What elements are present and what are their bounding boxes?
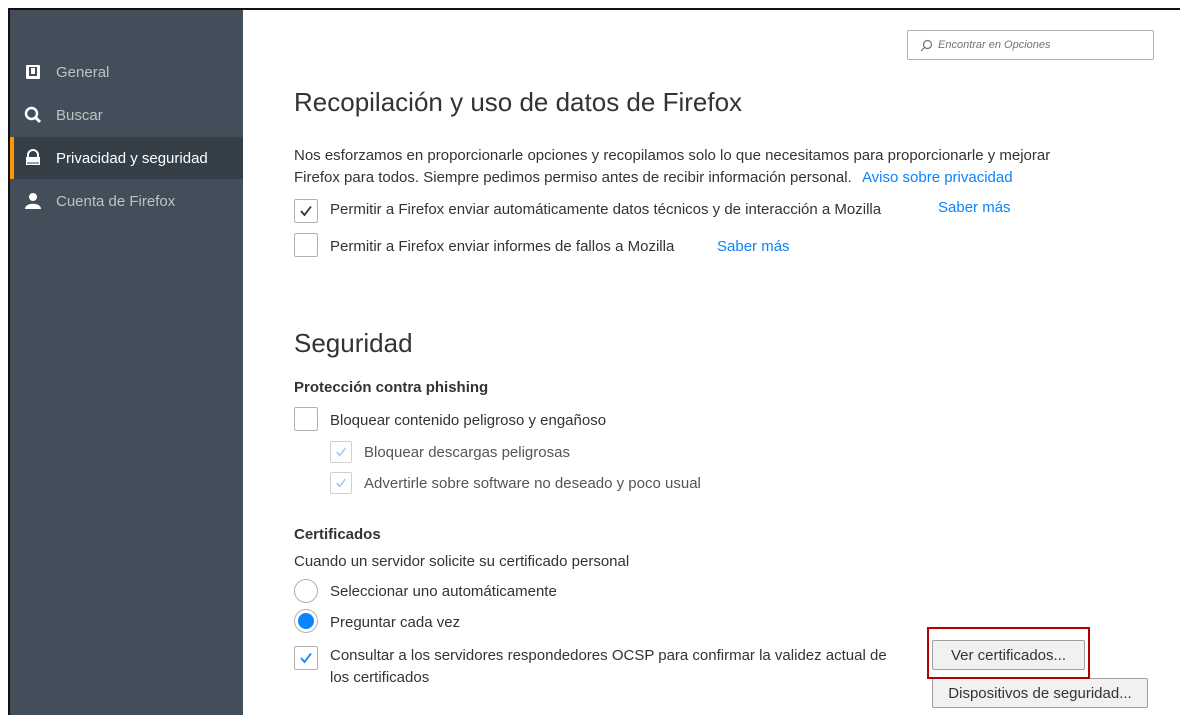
search-input[interactable] (938, 39, 1138, 51)
search-icon (920, 39, 933, 52)
account-icon (24, 192, 42, 210)
technical-data-checkbox[interactable] (294, 199, 318, 223)
auto-select-label[interactable]: Seleccionar uno automáticamente (330, 583, 557, 600)
sidebar-item-privacy[interactable]: Privacidad y seguridad (10, 137, 243, 179)
block-downloads-checkbox[interactable] (330, 441, 352, 463)
sidebar-item-buscar[interactable]: Buscar (10, 94, 243, 136)
ask-every-time-radio[interactable] (294, 609, 318, 633)
ocsp-label-2[interactable]: los certificados (330, 669, 429, 686)
crash-reports-label[interactable]: Permitir a Firefox enviar informes de fa… (330, 238, 674, 255)
certificates-prompt: Cuando un servidor solicite su certifica… (294, 553, 630, 570)
block-dangerous-content-checkbox[interactable] (294, 407, 318, 431)
general-icon (24, 63, 42, 81)
search-icon (24, 106, 42, 124)
crash-reports-learn-more-link[interactable]: Saber más (717, 238, 790, 255)
crash-reports-checkbox[interactable] (294, 233, 318, 257)
security-devices-button[interactable]: Dispositivos de seguridad... (932, 678, 1148, 708)
sidebar-item-label: General (56, 63, 110, 81)
privacy-notice-link[interactable]: Aviso sobre privacidad (862, 169, 1013, 186)
security-title: Seguridad (294, 328, 413, 358)
sidebar-item-label: Privacidad y seguridad (56, 149, 208, 167)
data-collection-title: Recopilación y uso de datos de Firefox (294, 87, 743, 117)
sidebar-item-general[interactable]: General (10, 51, 243, 93)
preferences-window: General Buscar Privacidad y seguridad Cu… (8, 8, 1180, 715)
ask-every-time-label[interactable]: Preguntar cada vez (330, 614, 460, 631)
sidebar: General Buscar Privacidad y seguridad Cu… (10, 10, 243, 715)
certificates-heading: Certificados (294, 526, 381, 543)
phishing-heading: Protección contra phishing (294, 379, 489, 396)
sidebar-item-firefox-account[interactable]: Cuenta de Firefox (10, 180, 243, 222)
data-collection-description-2: Firefox para todos. Siempre pedimos perm… (294, 169, 1013, 186)
sidebar-item-label: Cuenta de Firefox (56, 192, 176, 210)
checkmark-icon (300, 205, 312, 217)
checkmark-icon (336, 447, 346, 457)
ocsp-checkbox[interactable] (294, 646, 318, 670)
checkmark-icon (300, 652, 312, 664)
block-downloads-label[interactable]: Bloquear descargas peligrosas (364, 444, 570, 461)
options-search-box[interactable] (907, 30, 1154, 60)
auto-select-radio[interactable] (294, 579, 318, 603)
data-collection-description: Nos esforzamos en proporcionarle opcione… (294, 147, 1051, 164)
ocsp-label[interactable]: Consultar a los servidores respondedores… (330, 647, 887, 664)
checkmark-icon (336, 478, 346, 488)
sidebar-item-label: Buscar (56, 106, 103, 124)
warn-unwanted-software-label[interactable]: Advertirle sobre software no deseado y p… (364, 475, 701, 492)
view-certificates-button[interactable]: Ver certificados... (932, 640, 1085, 670)
technical-data-learn-more-link[interactable]: Saber más (938, 199, 1011, 216)
lock-icon (24, 149, 42, 167)
technical-data-label[interactable]: Permitir a Firefox enviar automáticament… (330, 201, 881, 218)
warn-unwanted-software-checkbox[interactable] (330, 472, 352, 494)
block-dangerous-content-label[interactable]: Bloquear contenido peligroso y engañoso (330, 412, 606, 429)
